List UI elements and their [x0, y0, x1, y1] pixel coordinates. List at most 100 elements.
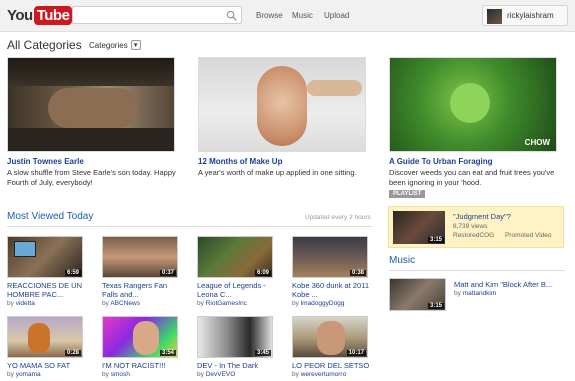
video-title[interactable]: DEV - In The Dark: [197, 361, 275, 370]
most-viewed-heading[interactable]: Most Viewed Today: [7, 211, 93, 222]
user-menu[interactable]: rickylaishram: [482, 5, 568, 26]
by-prefix: by: [7, 371, 14, 378]
video-item[interactable]: 10:17 LO PEOR DEL SETSO by werevertumorr…: [292, 316, 370, 378]
video-thumbnail[interactable]: 0:28: [7, 316, 83, 358]
categories-dropdown[interactable]: Categories ▾: [89, 40, 141, 50]
video-item[interactable]: 6:09 League of Legends - Leona C... by R…: [197, 236, 275, 307]
video-thumbnail[interactable]: 3:54: [102, 316, 178, 358]
video-title[interactable]: I'M NOT RACIST!!!: [102, 361, 180, 370]
featured-title[interactable]: 12 Months of Make Up: [198, 157, 368, 166]
channel-link[interactable]: ABCNews: [110, 300, 140, 307]
categories-dropdown-label: Categories: [89, 40, 128, 50]
featured-title[interactable]: A Guide To Urban Foraging: [389, 157, 559, 166]
duration-label: 3:15: [427, 303, 444, 309]
video-byline: by mattandkim: [454, 290, 496, 297]
playlist-badge: PLAYLIST: [389, 190, 426, 198]
video-byline: by ABCNews: [102, 300, 180, 307]
video-title[interactable]: REACCIONES DE UN HOMBRE PAC...: [7, 281, 85, 299]
search-input[interactable]: [73, 7, 223, 23]
duration-label: 3:54: [159, 350, 176, 356]
video-title[interactable]: Texas Rangers Fan Falls and...: [102, 281, 180, 299]
duration-label: 6:09: [254, 270, 271, 276]
video-thumbnail[interactable]: 3:15: [393, 211, 445, 244]
video-item[interactable]: 3:54 I'M NOT RACIST!!! by smosh: [102, 316, 180, 378]
video-title[interactable]: Kobe 360 dunk at 2011 Kobe ...: [292, 281, 370, 299]
channel-link[interactable]: yomama: [16, 371, 41, 378]
video-title[interactable]: "Judgment Day"?: [453, 212, 511, 221]
video-byline: by yomama: [7, 371, 85, 378]
chevron-down-icon: ▾: [130, 40, 141, 50]
featured-video-2[interactable]: 12 Months of Make Up A year's worth of m…: [198, 57, 368, 178]
avatar: [487, 9, 502, 24]
by-prefix: by: [454, 290, 461, 297]
channel-link[interactable]: RestoredCOG: [453, 232, 494, 239]
video-title[interactable]: Matt and Kim "Block After B...: [454, 280, 552, 289]
video-item[interactable]: 3:45 DEV - In The Dark by DevVEVO: [197, 316, 275, 378]
featured-video-3[interactable]: CHOW A Guide To Urban Foraging Discover …: [389, 57, 559, 198]
video-item[interactable]: 0:37 Texas Rangers Fan Falls and... by A…: [102, 236, 180, 307]
channel-link[interactable]: RiotGamesInc: [206, 300, 247, 307]
duration-label: 6:59: [64, 270, 81, 276]
featured-description: A year's worth of make up applied in one…: [198, 168, 357, 177]
video-thumbnail[interactable]: 3:15: [389, 278, 446, 311]
video-thumbnail[interactable]: 0:38: [292, 236, 368, 278]
by-prefix: by: [102, 371, 109, 378]
featured-thumbnail[interactable]: [198, 57, 366, 152]
video-item[interactable]: 0:38 Kobe 360 dunk at 2011 Kobe ... by l…: [292, 236, 370, 307]
nav-music[interactable]: Music: [292, 11, 313, 20]
logo-tube-text: Tube: [33, 6, 73, 25]
featured-title[interactable]: Justin Townes Earle: [7, 157, 177, 166]
featured-video-1[interactable]: Justin Townes Earle A slow shuffle from …: [7, 57, 177, 188]
divider: [7, 226, 372, 227]
youtube-logo[interactable]: You Tube: [7, 5, 73, 26]
view-count: 8,739 views: [453, 223, 488, 230]
top-bar: You Tube Browse Music Upload rickylaishr…: [0, 0, 575, 32]
update-note: Updated every 2 hours: [305, 214, 371, 221]
by-prefix: by: [292, 300, 299, 307]
video-byline: by RiotGamesInc: [197, 300, 275, 307]
promoted-video[interactable]: 3:15 "Judgment Day"? 8,739 views Restore…: [388, 206, 564, 248]
video-thumbnail[interactable]: 6:09: [197, 236, 273, 278]
video-byline: by werevertumorro: [292, 371, 370, 378]
nav-upload[interactable]: Upload: [324, 11, 349, 20]
duration-label: 0:37: [159, 270, 176, 276]
video-thumbnail[interactable]: 3:45: [197, 316, 273, 358]
duration-label: 3:45: [254, 350, 271, 356]
video-byline: by smosh: [102, 371, 180, 378]
video-title[interactable]: LO PEOR DEL SETSO: [292, 361, 370, 370]
video-item[interactable]: 6:59 REACCIONES DE UN HOMBRE PAC... by v…: [7, 236, 85, 307]
featured-description: A slow shuffle from Steve Earle's son to…: [7, 168, 176, 187]
video-thumbnail[interactable]: 0:37: [102, 236, 178, 278]
video-byline: by videtta: [7, 300, 85, 307]
chow-watermark: CHOW: [524, 138, 550, 147]
featured-description: Discover weeds you can eat and fruit tre…: [389, 168, 555, 187]
duration-label: 0:38: [349, 270, 366, 276]
by-prefix: by: [102, 300, 109, 307]
duration-label: 0:28: [64, 350, 81, 356]
video-title[interactable]: YO MAMA SO FAT: [7, 361, 85, 370]
search-icon[interactable]: [226, 10, 237, 21]
duration-label: 3:15: [427, 237, 444, 243]
channel-link[interactable]: werevertumorro: [301, 371, 347, 378]
channel-link[interactable]: videtta: [16, 300, 35, 307]
channel-link[interactable]: smosh: [111, 371, 130, 378]
by-prefix: by: [292, 371, 299, 378]
by-prefix: by: [7, 300, 14, 307]
video-title[interactable]: League of Legends - Leona C...: [197, 281, 275, 299]
featured-thumbnail[interactable]: CHOW: [389, 57, 557, 152]
video-byline: by lmadoggyDogg: [292, 300, 370, 307]
promoted-label: Promoted Video: [505, 232, 552, 239]
video-thumbnail[interactable]: 10:17: [292, 316, 368, 358]
duration-label: 10:17: [346, 350, 366, 356]
by-prefix: by: [197, 371, 204, 378]
channel-link[interactable]: mattandkim: [463, 290, 497, 297]
video-item[interactable]: 0:28 YO MAMA SO FAT by yomama: [7, 316, 85, 378]
channel-link[interactable]: DevVEVO: [206, 371, 236, 378]
logo-you-text: You: [7, 7, 33, 24]
channel-link[interactable]: lmadoggyDogg: [301, 300, 345, 307]
music-heading[interactable]: Music: [389, 255, 415, 266]
search-box: [72, 6, 242, 24]
video-thumbnail[interactable]: 6:59: [7, 236, 83, 278]
featured-thumbnail[interactable]: [7, 57, 175, 152]
nav-browse[interactable]: Browse: [256, 11, 283, 20]
